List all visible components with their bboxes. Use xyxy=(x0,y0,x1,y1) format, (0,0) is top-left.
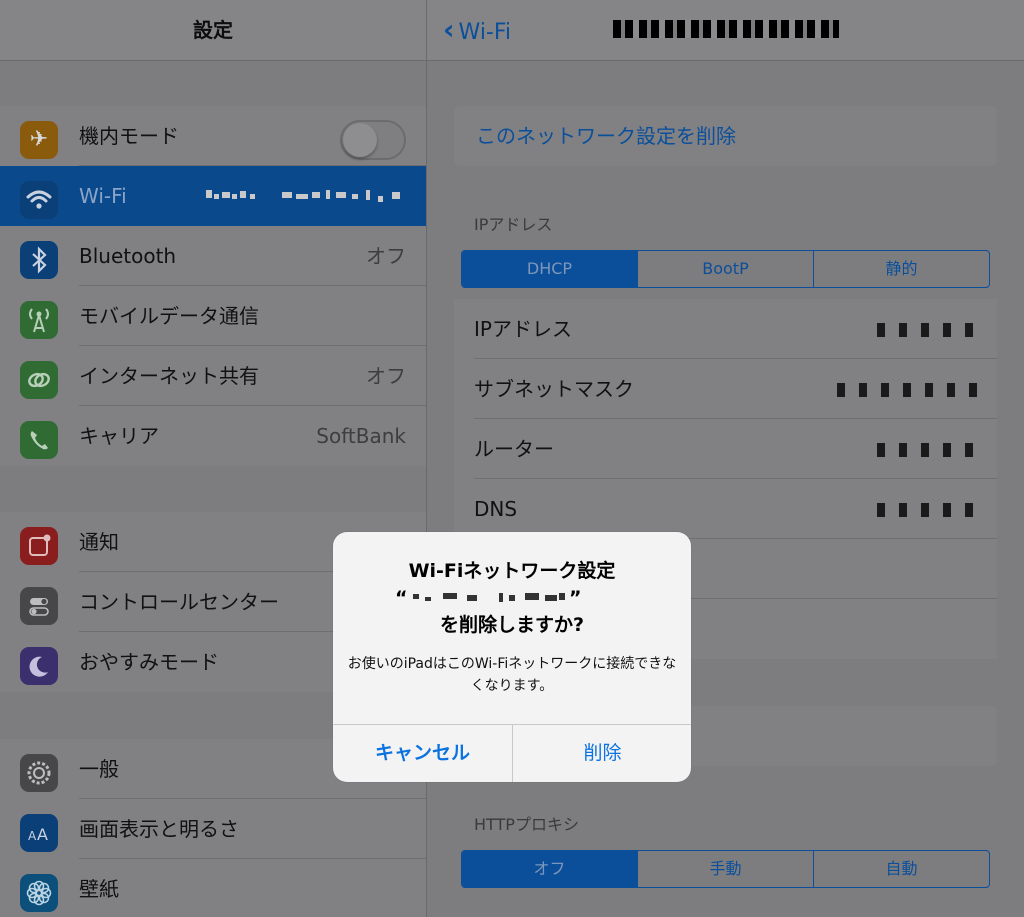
list-item: DNS xyxy=(454,479,997,539)
segment-bootp[interactable]: BootP xyxy=(637,251,813,287)
sidebar-item-value: オフ xyxy=(366,244,406,268)
http-proxy-segmented-control[interactable]: オフ 手動 自動 xyxy=(461,850,990,888)
sidebar-item-airplane-mode[interactable]: ✈ 機内モード xyxy=(0,106,426,166)
alert-title-line2: “ ” xyxy=(343,585,681,612)
svg-text:A: A xyxy=(37,825,48,844)
back-label: Wi-Fi xyxy=(458,20,512,45)
sidebar-item-label: 一般 xyxy=(79,757,119,781)
list-item: サブネットマスク xyxy=(454,359,997,419)
segment-proxy-auto[interactable]: 自動 xyxy=(813,851,989,887)
sidebar-item-wifi[interactable]: Wi-Fi xyxy=(0,166,426,226)
link-icon xyxy=(20,361,58,399)
router-label: ルーター xyxy=(474,437,554,461)
flower-icon xyxy=(20,874,58,912)
airplane-icon: ✈ xyxy=(20,121,58,159)
back-button[interactable]: ‹ Wi-Fi xyxy=(443,0,511,60)
sidebar-item-label: モバイルデータ通信 xyxy=(79,304,259,328)
sidebar-item-label: キャリア xyxy=(79,424,159,448)
redacted-value xyxy=(877,323,977,337)
forget-network-button[interactable]: このネットワーク設定を削除 xyxy=(476,106,736,166)
alert-title: Wi-Fiネットワーク設定 “ ” を削除しますか? xyxy=(343,558,681,639)
delete-button[interactable]: 削除 xyxy=(513,725,691,782)
sidebar-item-display-brightness[interactable]: A A 画面表示と明るさ xyxy=(0,799,426,859)
cancel-button[interactable]: キャンセル xyxy=(333,725,512,782)
sidebar-item-label: 壁紙 xyxy=(79,877,119,901)
sidebar-item-personal-hotspot[interactable]: インターネット共有 オフ xyxy=(0,346,426,406)
settings-group-connectivity: ✈ 機内モード Wi-Fi Bluetooth オフ モバイルデータ通信 インタ… xyxy=(0,106,426,466)
redacted-network-name xyxy=(206,166,406,226)
alert-title-line1: Wi-Fiネットワーク設定 xyxy=(408,560,616,582)
gear-icon xyxy=(20,754,58,792)
sidebar-item-label: Wi-Fi xyxy=(79,184,127,208)
segment-static[interactable]: 静的 xyxy=(813,251,989,287)
antenna-icon xyxy=(20,301,58,339)
alert-quote-open: “ xyxy=(395,587,408,609)
redacted-value xyxy=(837,383,977,397)
sidebar-item-label: Bluetooth xyxy=(79,244,177,268)
sidebar-item-mobile-data[interactable]: モバイルデータ通信 xyxy=(0,286,426,346)
sidebar-title: 設定 xyxy=(193,18,233,42)
sidebar-item-label: 機内モード xyxy=(79,124,179,148)
sidebar-item-value: SoftBank xyxy=(316,424,406,448)
ip-mode-segmented-control[interactable]: DHCP BootP 静的 xyxy=(461,250,990,288)
sidebar-item-label: 通知 xyxy=(79,530,119,554)
sidebar-item-label: コントロールセンター xyxy=(79,590,279,614)
sidebar-item-wallpaper[interactable]: 壁紙 xyxy=(0,859,426,917)
ip-section-label: IPアドレス xyxy=(474,215,553,234)
redacted-value xyxy=(877,503,977,517)
segment-dhcp[interactable]: DHCP xyxy=(462,251,637,287)
sidebar-item-label: 画面表示と明るさ xyxy=(79,817,239,841)
forget-network-card: このネットワーク設定を削除 xyxy=(454,106,997,166)
phone-icon xyxy=(20,421,58,459)
dns-label: DNS xyxy=(474,497,518,521)
notification-icon xyxy=(20,527,58,565)
detail-navbar: ‹ Wi-Fi xyxy=(427,0,1024,61)
redacted-value xyxy=(877,443,977,457)
chevron-left-icon: ‹ xyxy=(443,13,455,46)
subnet-mask-label: サブネットマスク xyxy=(474,377,634,401)
control-center-icon xyxy=(20,587,58,625)
sidebar-item-bluetooth[interactable]: Bluetooth オフ xyxy=(0,226,426,286)
sidebar-navbar: 設定 xyxy=(0,0,426,61)
sidebar-item-label: インターネット共有 xyxy=(79,364,259,388)
ip-address-label: IPアドレス xyxy=(474,317,572,341)
text-size-icon: A A xyxy=(20,814,58,852)
sidebar-item-label: おやすみモード xyxy=(79,650,219,674)
alert-title-line3: を削除しますか? xyxy=(439,614,585,636)
redacted-network-name-alert xyxy=(413,593,565,602)
sidebar-item-carrier[interactable]: キャリア SoftBank xyxy=(0,406,426,466)
list-item: IPアドレス xyxy=(454,299,997,359)
redacted-network-title xyxy=(613,20,839,38)
sidebar-item-value: オフ xyxy=(366,364,406,388)
segment-proxy-off[interactable]: オフ xyxy=(462,851,637,887)
svg-text:A: A xyxy=(28,829,37,843)
bluetooth-icon xyxy=(20,241,58,279)
wifi-icon xyxy=(20,181,58,219)
segment-proxy-manual[interactable]: 手動 xyxy=(637,851,813,887)
forget-network-alert: Wi-Fiネットワーク設定 “ ” を削除しますか? お使いのiPadはこのWi… xyxy=(333,532,691,782)
alert-quote-close: ” xyxy=(569,587,582,609)
alert-message: お使いのiPadはこのWi-Fiネットワークに接続できなくなります。 xyxy=(347,656,677,694)
airplane-mode-toggle[interactable] xyxy=(340,120,406,160)
moon-icon xyxy=(20,647,58,685)
http-proxy-label: HTTPプロキシ xyxy=(474,815,579,834)
list-item: ルーター xyxy=(454,419,997,479)
